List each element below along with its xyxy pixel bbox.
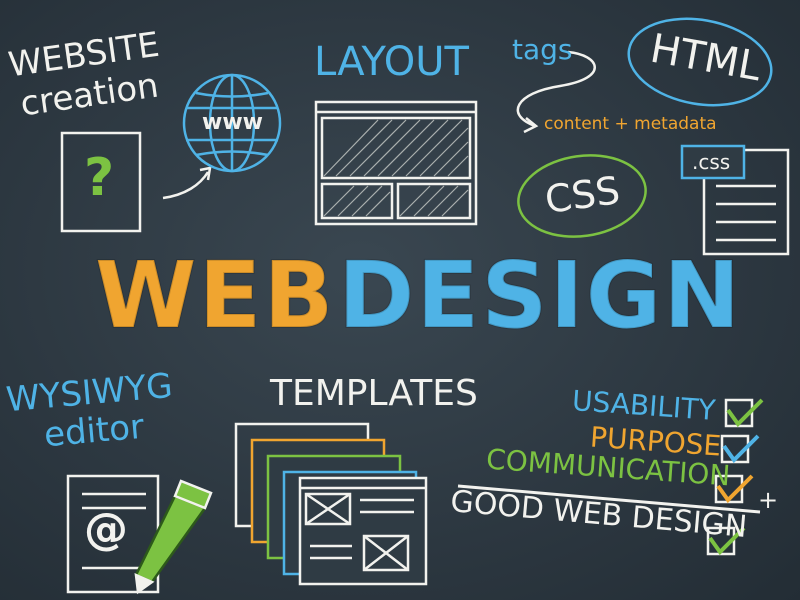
layout-hatching [323,119,469,217]
templates-title: TEMPLATES [270,373,478,414]
editor-label: editor [42,406,146,456]
checkbox-purpose-icon [720,434,760,464]
headline-design: DESIGN [337,242,743,349]
tags-note: content + metadata [544,114,717,134]
chalkboard: WEBSITE creation ? www LAYOUT tags conte… [0,0,800,600]
checklist-plus: + [758,486,779,514]
arrow-to-globe-icon [162,166,212,200]
checkbox-usability-icon [724,398,764,428]
at-symbol: @ [84,504,128,555]
question-mark: ? [84,148,115,208]
css-file-tab-label: .css [692,150,731,174]
pencil-icon [134,479,213,595]
headline-web: WEB [94,242,336,349]
layout-title: LAYOUT [314,39,469,85]
globe-label: www [202,110,263,135]
tags-label: tags [512,33,573,66]
css-label: CSS [542,168,623,222]
template-stack-icon [234,422,428,586]
